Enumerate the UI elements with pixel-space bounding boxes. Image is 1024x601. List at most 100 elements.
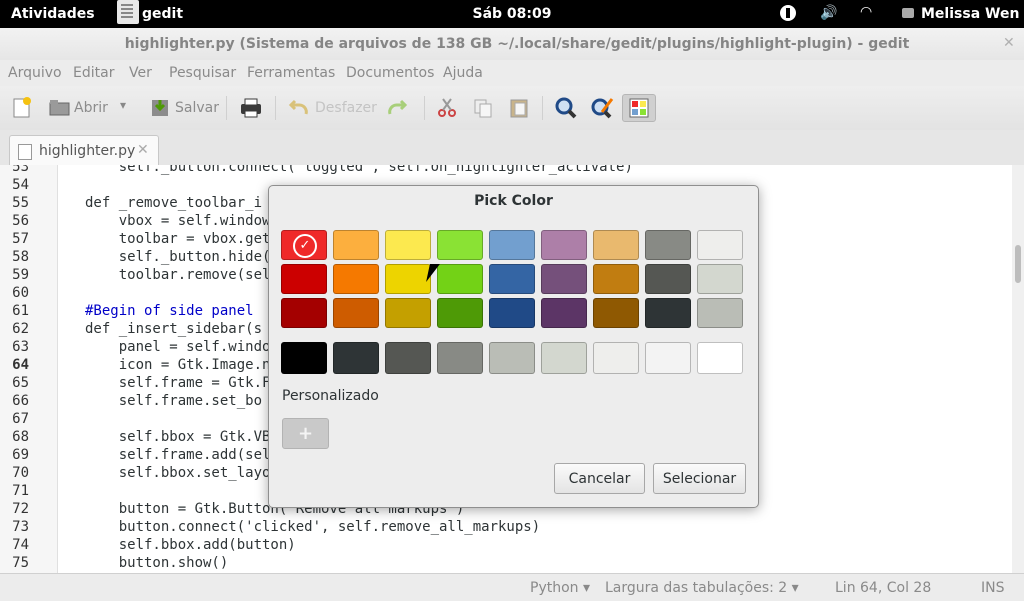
menu-ferramentas[interactable]: Ferramentas (247, 65, 335, 81)
line-number: 61 (12, 303, 29, 319)
color-swatch[interactable] (645, 230, 691, 260)
line-number: 55 (12, 195, 29, 211)
highlighter-toggle-button[interactable] (622, 94, 656, 122)
code-line: self.frame.add(sel (85, 447, 271, 463)
code-line: self.frame = Gtk.F (85, 375, 271, 391)
save-button[interactable]: Salvar (146, 94, 219, 122)
color-swatch[interactable] (541, 230, 587, 260)
code-line: button.show() (85, 555, 229, 571)
top-bar: Atividades gedit Sáb 08:09 🔊 ◠ Melissa W… (0, 0, 1024, 28)
select-button[interactable]: Selecionar (653, 463, 746, 494)
save-label: Salvar (175, 100, 219, 116)
color-swatch[interactable] (593, 264, 639, 294)
color-swatch[interactable] (281, 264, 327, 294)
window-title: highlighter.py (Sistema de arquivos de 1… (124, 36, 910, 52)
gray-swatch[interactable] (541, 342, 587, 374)
color-swatch[interactable] (385, 264, 431, 294)
selected-check-icon: ✓ (293, 234, 317, 258)
accessibility-icon[interactable] (780, 5, 796, 21)
color-swatch[interactable] (593, 298, 639, 328)
color-swatch[interactable] (541, 298, 587, 328)
scrollbar-thumb[interactable] (1015, 245, 1021, 283)
open-button[interactable]: Abrir ▾ (46, 94, 136, 122)
color-swatch[interactable] (541, 264, 587, 294)
line-number: 71 (12, 483, 29, 499)
menu-ajuda[interactable]: Ajuda (443, 65, 483, 81)
new-document-button[interactable] (8, 94, 36, 122)
toolbar-separator (542, 96, 543, 120)
color-swatch[interactable] (489, 264, 535, 294)
line-number: 73 (12, 519, 29, 535)
tab-highlighter-py[interactable]: highlighter.py ✕ (9, 135, 159, 166)
gray-swatch[interactable] (385, 342, 431, 374)
gray-swatch[interactable] (333, 342, 379, 374)
close-window-icon[interactable]: ✕ (1003, 35, 1015, 51)
color-swatch[interactable] (697, 298, 743, 328)
line-number: 70 (12, 465, 29, 481)
color-swatch[interactable]: ✓ (281, 230, 327, 260)
pick-color-dialog: Pick Color ✓ Personalizado + Cancelar Se… (268, 185, 759, 508)
open-label: Abrir (74, 100, 108, 116)
cancel-button[interactable]: Cancelar (554, 463, 645, 494)
replace-button[interactable] (588, 94, 616, 122)
open-recent-chevron-icon[interactable]: ▾ (120, 98, 126, 112)
code-line: def _insert_sidebar(s (85, 321, 263, 337)
color-swatch[interactable] (437, 298, 483, 328)
color-swatch[interactable] (385, 230, 431, 260)
menu-editar[interactable]: Editar (73, 65, 114, 81)
paste-button[interactable] (506, 94, 532, 122)
color-swatch[interactable] (645, 298, 691, 328)
gray-swatch[interactable] (593, 342, 639, 374)
editor-scrollbar[interactable] (1012, 165, 1024, 573)
undo-button[interactable]: Desfazer (284, 94, 380, 122)
line-number: 62 (12, 321, 29, 337)
line-number: 72 (12, 501, 29, 517)
cut-button[interactable] (434, 94, 460, 122)
gray-swatch[interactable] (437, 342, 483, 374)
color-swatch[interactable] (489, 230, 535, 260)
wifi-icon[interactable]: ◠ (860, 4, 872, 20)
menu-arquivo[interactable]: Arquivo (8, 65, 62, 81)
gray-swatch[interactable] (489, 342, 535, 374)
color-swatch[interactable] (333, 230, 379, 260)
color-swatch[interactable] (333, 264, 379, 294)
tab-width-selector[interactable]: Largura das tabulações: 2 ▾ (605, 580, 799, 596)
color-swatch[interactable] (697, 230, 743, 260)
line-number: 66 (12, 393, 29, 409)
language-selector[interactable]: Python ▾ (530, 580, 590, 596)
code-line: toolbar.remove(sel (85, 267, 271, 283)
color-swatch[interactable] (437, 264, 483, 294)
redo-button[interactable] (386, 94, 412, 122)
print-button[interactable] (236, 94, 266, 122)
copy-button[interactable] (470, 94, 496, 122)
line-number: 56 (12, 213, 29, 229)
color-swatch[interactable] (593, 230, 639, 260)
line-number: 69 (12, 447, 29, 463)
menu-pesquisar[interactable]: Pesquisar (169, 65, 236, 81)
redo-icon (388, 99, 408, 115)
dialog-title: Pick Color (474, 193, 553, 209)
folder-icon (49, 100, 70, 116)
line-number: 75 (12, 555, 29, 571)
color-swatch[interactable] (489, 298, 535, 328)
menu-documentos[interactable]: Documentos (346, 65, 434, 81)
text-file-icon (18, 144, 32, 160)
code-line: self._button.hide( (85, 249, 271, 265)
color-swatch[interactable] (437, 230, 483, 260)
gray-swatch[interactable] (697, 342, 743, 374)
add-custom-color-button[interactable]: + (282, 418, 329, 449)
gray-swatch[interactable] (645, 342, 691, 374)
volume-icon[interactable]: 🔊 (820, 5, 837, 21)
color-swatch[interactable] (697, 264, 743, 294)
color-swatch[interactable] (281, 298, 327, 328)
search-icon (555, 97, 577, 119)
color-swatch[interactable] (333, 298, 379, 328)
menu-ver[interactable]: Ver (129, 65, 152, 81)
color-swatch[interactable] (385, 298, 431, 328)
search-button[interactable] (552, 94, 580, 122)
color-swatch[interactable] (645, 264, 691, 294)
scissors-icon (438, 98, 456, 117)
user-menu[interactable]: Melissa Wen (921, 6, 1019, 22)
close-tab-icon[interactable]: ✕ (137, 142, 149, 158)
gray-swatch[interactable] (281, 342, 327, 374)
